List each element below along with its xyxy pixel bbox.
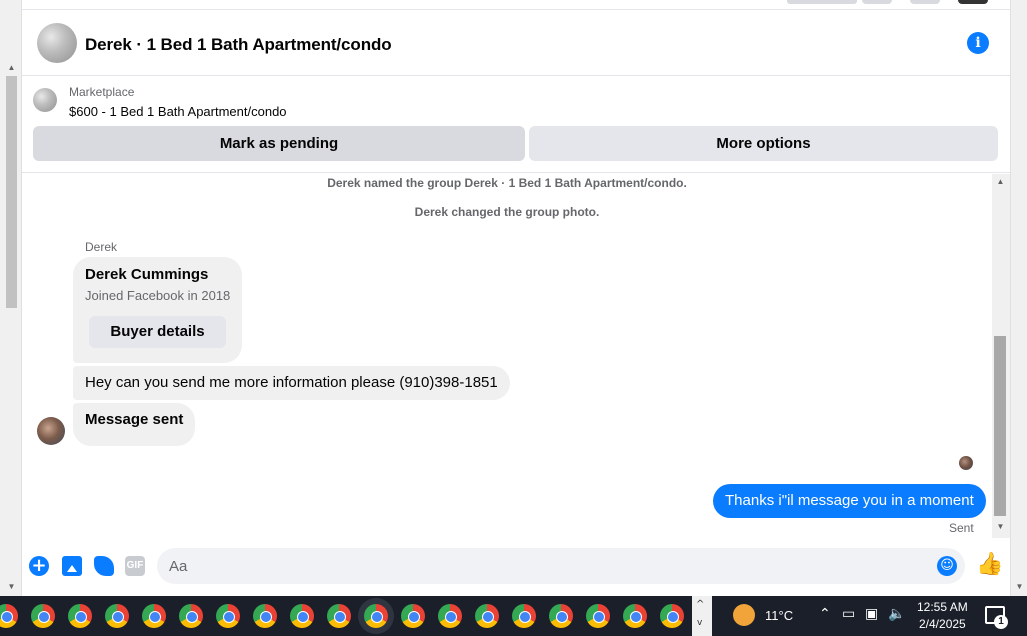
conversation-header: Derek · 1 Bed 1 Bath Apartment/condo i: [22, 11, 1010, 76]
chrome-icon[interactable]: [660, 604, 684, 628]
chrome-icon[interactable]: [401, 604, 425, 628]
message-composer: + GIF ☺ 👍: [22, 538, 1010, 596]
scroll-down-arrow-icon[interactable]: ▼: [1014, 582, 1025, 592]
battery-icon[interactable]: ▣: [865, 606, 878, 622]
taskbar: ^ v 11°C ⌃ ▭ ▣ 🔈 12:55 AM 2/4/2025 1: [0, 596, 1027, 636]
more-options-button[interactable]: More options: [529, 126, 998, 161]
taskbar-scroller[interactable]: ^ v: [692, 596, 712, 636]
window-scrollbar[interactable]: ▼: [1010, 0, 1027, 596]
chrome-icon[interactable]: [31, 604, 55, 628]
profile-name[interactable]: Derek Cummings: [85, 266, 208, 283]
incoming-message[interactable]: Message sent: [73, 403, 196, 446]
mark-as-pending-button[interactable]: Mark as pending: [33, 126, 525, 161]
message-status: Sent: [949, 521, 974, 535]
read-receipt-avatar: [959, 456, 973, 470]
top-icon: [910, 0, 940, 4]
chrome-icon[interactable]: [438, 604, 462, 628]
info-icon[interactable]: i: [967, 32, 989, 54]
marketplace-label: Marketplace: [69, 85, 135, 99]
chrome-icon[interactable]: [216, 604, 240, 628]
top-tab: [787, 0, 857, 4]
scroll-down-arrow-icon[interactable]: ▼: [6, 582, 17, 592]
chrome-icon[interactable]: [290, 604, 314, 628]
top-icon: [862, 0, 892, 4]
message-thread: Derek named the group Derek · 1 Bed 1 Ba…: [22, 174, 992, 538]
group-avatar[interactable]: [37, 23, 77, 63]
photo-icon[interactable]: [62, 556, 82, 576]
message-input-wrapper: ☺: [157, 548, 965, 584]
clock-date[interactable]: 2/4/2025: [919, 617, 966, 631]
buyer-details-button[interactable]: Buyer details: [89, 316, 226, 348]
system-message: Derek changed the group photo.: [414, 205, 600, 219]
chevron-up-icon[interactable]: ⌃: [819, 606, 831, 622]
plus-icon[interactable]: +: [29, 556, 49, 576]
volume-icon[interactable]: 🔈: [888, 606, 905, 622]
network-icon[interactable]: ▭: [842, 606, 855, 622]
sender-avatar[interactable]: [37, 417, 65, 445]
chrome-icon[interactable]: [475, 604, 499, 628]
emoji-icon[interactable]: ☺: [937, 556, 957, 576]
chrome-icon[interactable]: [0, 604, 18, 628]
chrome-icon[interactable]: [512, 604, 536, 628]
scrollbar-thumb[interactable]: [6, 76, 17, 308]
chrome-icon[interactable]: [364, 604, 388, 628]
scrollbar-thumb[interactable]: [994, 336, 1006, 516]
chevron-down-icon[interactable]: v: [697, 618, 702, 628]
chrome-icon[interactable]: [253, 604, 277, 628]
top-strip: [22, 0, 1010, 10]
outgoing-message[interactable]: Thanks i"il message you in a moment: [713, 484, 986, 518]
marketplace-panel: Marketplace $600 - 1 Bed 1 Bath Apartmen…: [22, 77, 1010, 173]
chrome-icon[interactable]: [549, 604, 573, 628]
page-scrollbar[interactable]: ▲ ▼: [0, 0, 22, 596]
sticker-icon[interactable]: [94, 556, 114, 576]
clock-time[interactable]: 12:55 AM: [917, 600, 968, 614]
chrome-icon[interactable]: [623, 604, 647, 628]
conversation-title[interactable]: Derek · 1 Bed 1 Bath Apartment/condo: [85, 35, 392, 55]
listing-title[interactable]: $600 - 1 Bed 1 Bath Apartment/condo: [69, 104, 287, 119]
weather-icon[interactable]: [733, 604, 755, 626]
chrome-icon[interactable]: [142, 604, 166, 628]
weather-temperature[interactable]: 11°C: [765, 608, 793, 623]
profile-card: Derek Cummings Joined Facebook in 2018 B…: [73, 257, 242, 363]
scroll-up-arrow-icon[interactable]: ▲: [995, 177, 1006, 187]
system-message: Derek named the group Derek · 1 Bed 1 Ba…: [327, 176, 687, 190]
chrome-icon[interactable]: [105, 604, 129, 628]
chrome-icon[interactable]: [179, 604, 203, 628]
chrome-icon[interactable]: [327, 604, 351, 628]
chrome-icon[interactable]: [586, 604, 610, 628]
scroll-up-arrow-icon[interactable]: ▲: [6, 63, 17, 73]
top-avatar: [958, 0, 988, 4]
profile-subtitle: Joined Facebook in 2018: [85, 288, 231, 303]
notification-count: 1: [994, 615, 1008, 629]
listing-thumbnail[interactable]: [33, 88, 57, 112]
gif-icon[interactable]: GIF: [125, 556, 145, 576]
scroll-down-arrow-icon[interactable]: ▼: [995, 522, 1006, 532]
thread-scrollbar[interactable]: ▲ ▼: [992, 174, 1010, 538]
incoming-message[interactable]: Hey can you send me more information ple…: [73, 366, 510, 400]
thumbs-up-icon[interactable]: 👍: [976, 553, 1003, 577]
message-input[interactable]: [169, 548, 929, 584]
chevron-up-icon[interactable]: ^: [696, 599, 704, 610]
chrome-icon[interactable]: [68, 604, 92, 628]
sender-name: Derek: [85, 240, 118, 254]
